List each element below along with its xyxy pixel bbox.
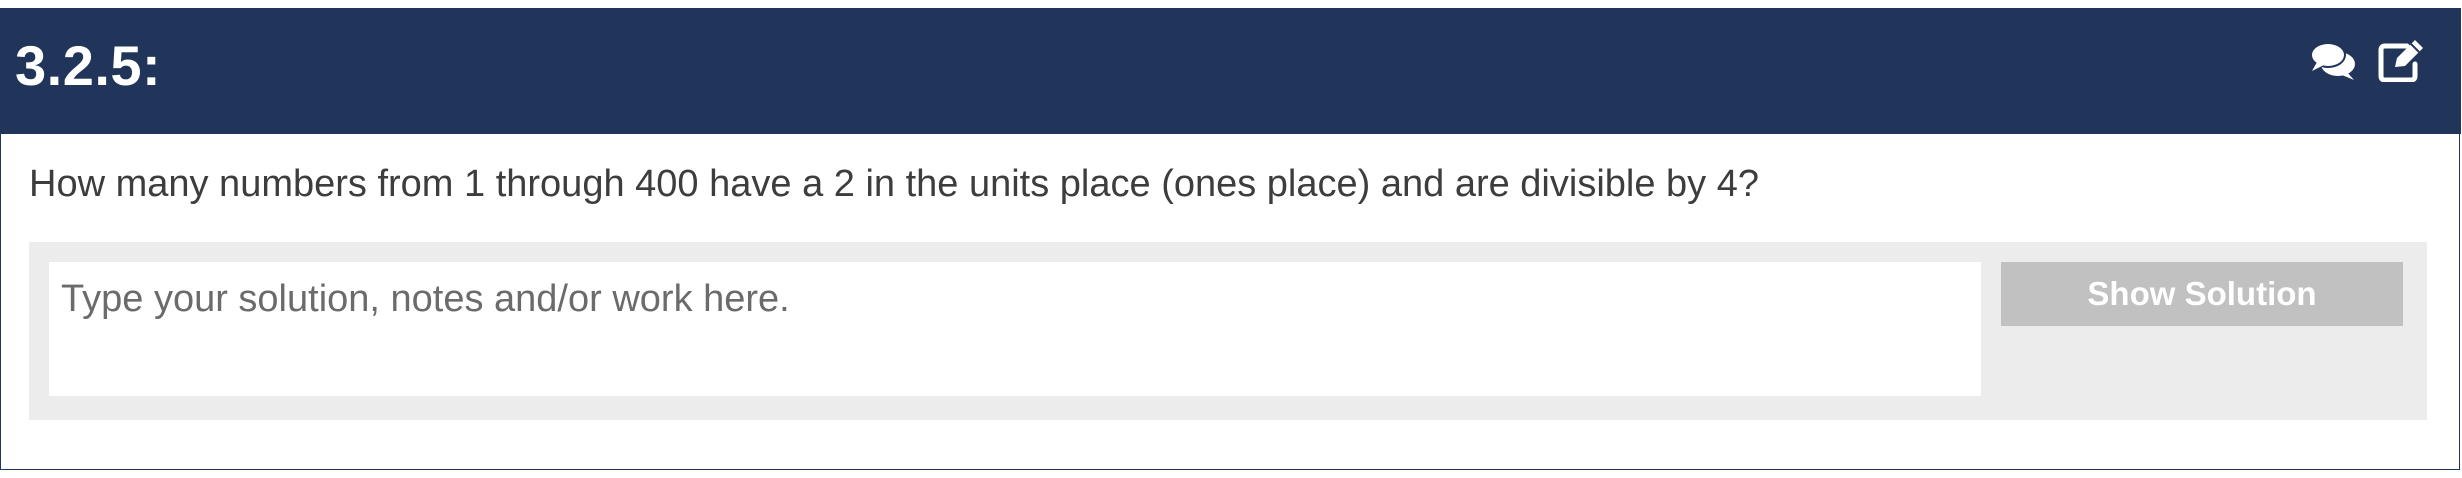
exercise-card: 3.2.5: How many numbers from 1 through 4… bbox=[0, 8, 2461, 470]
solution-textarea[interactable] bbox=[49, 262, 1981, 396]
show-solution-button[interactable]: Show Solution bbox=[2001, 262, 2403, 326]
answer-panel: Show Solution bbox=[29, 242, 2427, 420]
comments-icon[interactable] bbox=[2309, 38, 2357, 82]
exercise-header: 3.2.5: bbox=[1, 8, 2461, 134]
edit-icon[interactable] bbox=[2377, 38, 2425, 82]
question-text: How many numbers from 1 through 400 have… bbox=[29, 163, 1759, 205]
exercise-number: 3.2.5: bbox=[15, 34, 162, 97]
